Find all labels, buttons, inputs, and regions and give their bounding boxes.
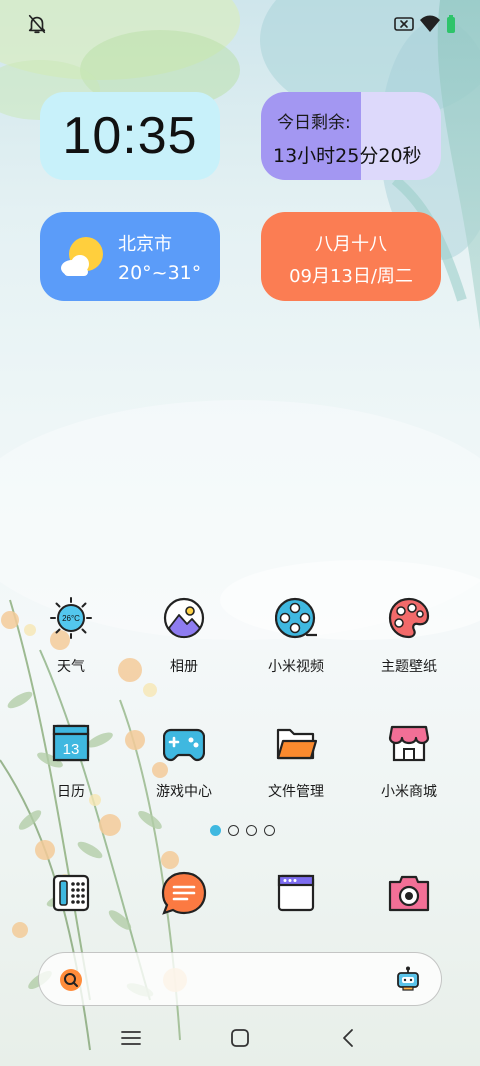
battery-icon xyxy=(447,15,455,33)
weather-icon-text: 26°C xyxy=(62,614,80,623)
app-label: 主题壁纸 xyxy=(381,659,437,675)
weather-widget[interactable]: 北京市 20°~31° xyxy=(40,212,220,301)
folder-icon xyxy=(276,728,317,760)
partly-cloudy-icon xyxy=(61,237,103,276)
phone-icon[interactable] xyxy=(46,868,96,918)
app-label: 小米商城 xyxy=(381,784,437,800)
app-themes[interactable]: 主题壁纸 xyxy=(354,597,464,697)
app-file-manager[interactable]: 文件管理 xyxy=(241,722,351,822)
app-label: 游戏中心 xyxy=(156,784,212,800)
wifi-icon xyxy=(420,15,440,32)
clock-time: 10:35 xyxy=(62,107,198,165)
calendar-icon: 13 xyxy=(52,724,90,762)
search-bar[interactable] xyxy=(38,952,442,1006)
time-remaining-title: 今日剩余: xyxy=(277,113,351,133)
time-remaining-value: 13小时25分20秒 xyxy=(273,145,422,167)
messages-icon[interactable] xyxy=(159,868,209,918)
menu-icon[interactable] xyxy=(119,1026,143,1050)
weather-temp: 20°~31° xyxy=(118,262,202,284)
store-icon xyxy=(388,725,430,762)
app-video[interactable]: 小米视频 xyxy=(241,597,351,697)
date-widget[interactable]: 八月十八 09月13日/周二 xyxy=(261,212,441,301)
home-icon[interactable] xyxy=(228,1026,252,1050)
browser-icon[interactable] xyxy=(271,868,321,918)
gamepad-icon xyxy=(163,728,205,762)
app-label: 相册 xyxy=(170,659,198,675)
app-mi-store[interactable]: 小米商城 xyxy=(354,722,464,822)
clock-widget[interactable]: 10:35 xyxy=(40,92,220,180)
weather-city: 北京市 xyxy=(118,234,172,255)
status-bar xyxy=(0,0,480,46)
video-reel-icon xyxy=(275,597,317,639)
page-dot-1[interactable] xyxy=(210,825,221,836)
page-dot-4[interactable] xyxy=(264,825,275,836)
page-dot-2[interactable] xyxy=(228,825,239,836)
page-dot-3[interactable] xyxy=(246,825,257,836)
gallery-icon xyxy=(163,597,205,639)
weather-icon: 26°C xyxy=(50,597,92,639)
app-label: 日历 xyxy=(57,784,85,800)
time-remaining-widget[interactable]: 今日剩余: 13小时25分20秒 xyxy=(261,92,441,180)
sim-none-icon xyxy=(394,17,414,31)
calendar-icon-text: 13 xyxy=(63,741,80,758)
navigation-bar xyxy=(0,1018,480,1058)
app-game-center[interactable]: 游戏中心 xyxy=(129,722,239,822)
app-label: 文件管理 xyxy=(268,784,324,800)
calendar-date: 09月13日/周二 xyxy=(289,266,413,287)
app-weather[interactable]: 26°C 天气 xyxy=(16,597,126,697)
camera-icon[interactable] xyxy=(384,868,434,918)
app-label: 天气 xyxy=(57,659,85,675)
app-label: 小米视频 xyxy=(268,659,324,675)
app-gallery[interactable]: 相册 xyxy=(129,597,239,697)
app-calendar[interactable]: 13 日历 xyxy=(16,722,126,822)
assistant-robot-icon[interactable] xyxy=(395,966,421,992)
palette-icon xyxy=(388,597,430,639)
bell-mute-icon xyxy=(28,14,46,34)
lunar-date: 八月十八 xyxy=(315,234,387,255)
back-icon[interactable] xyxy=(337,1026,361,1050)
search-icon[interactable] xyxy=(59,968,83,992)
page-indicator[interactable] xyxy=(210,825,275,837)
